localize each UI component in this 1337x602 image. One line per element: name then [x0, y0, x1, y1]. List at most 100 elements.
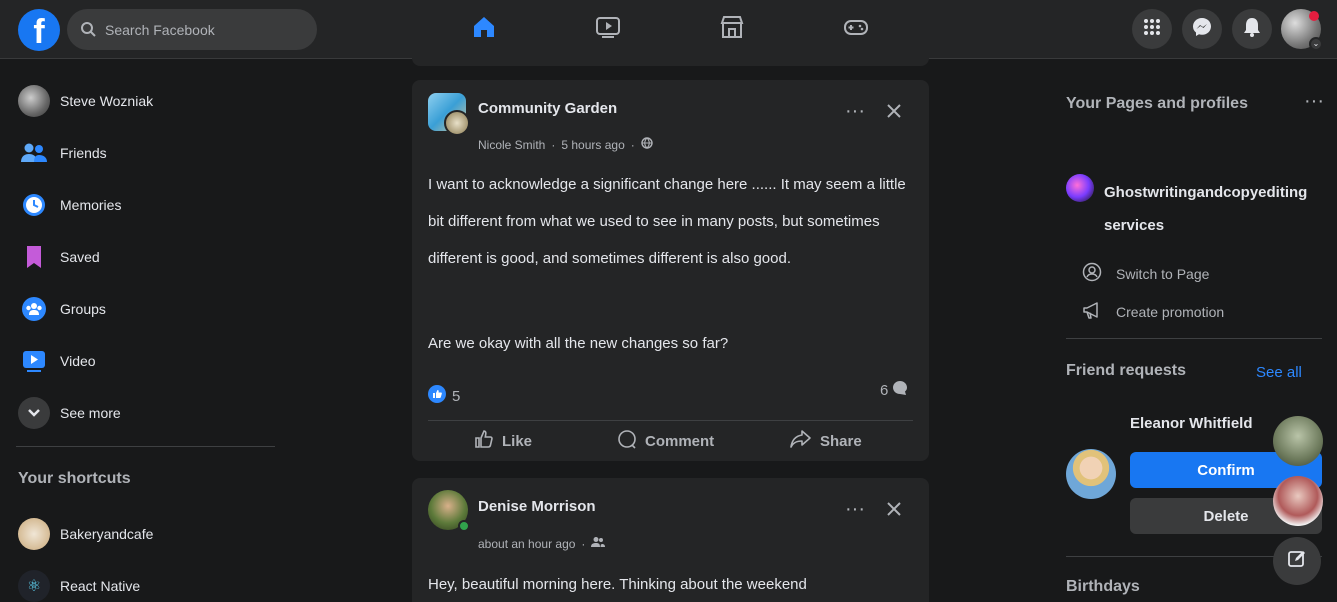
sidebar-item-profile[interactable]: Steve Wozniak [8, 79, 278, 123]
notifications-button[interactable] [1232, 9, 1272, 49]
chevron-down-icon[interactable]: ⌄ [1309, 37, 1323, 51]
reaction-summary[interactable]: 5 [428, 385, 460, 407]
like-count: 5 [452, 387, 461, 405]
thumbs-up-icon [474, 429, 494, 453]
more-options-icon[interactable]: ··· [837, 491, 873, 527]
close-icon[interactable] [876, 491, 912, 527]
sidebar-item-label: Groups [60, 301, 106, 317]
comment-count: 6 [880, 381, 889, 399]
sidebar-item-friends[interactable]: Friends [8, 131, 278, 175]
bell-icon [1242, 16, 1262, 43]
post-meta: Nicole Smith · 5 hours ago · [478, 137, 653, 152]
new-message-button[interactable] [1273, 537, 1321, 585]
tab-home[interactable] [422, 0, 546, 59]
sidebar-item-label: See more [60, 405, 121, 421]
switch-page-link[interactable]: Switch to Page [1082, 262, 1209, 285]
sidebar-item-saved[interactable]: Saved [8, 235, 278, 279]
close-icon[interactable] [876, 93, 912, 129]
post-body: Hey, beautiful morning here. Thinking ab… [428, 576, 807, 593]
see-all-link[interactable]: See all [1256, 364, 1302, 381]
sidebar-item-label: Memories [60, 197, 122, 213]
groups-icon [18, 293, 50, 325]
divider [1066, 338, 1322, 339]
messenger-button[interactable] [1182, 9, 1222, 49]
post-question: Are we okay with all the new changes so … [428, 335, 729, 352]
tab-watch[interactable] [546, 0, 670, 58]
post-author[interactable]: Community Garden [478, 100, 617, 117]
post-meta: about an hour ago · [478, 536, 606, 551]
more-options-icon[interactable]: ··· [837, 93, 873, 129]
sidebar-item-label: Saved [60, 249, 100, 265]
search-box[interactable] [67, 9, 317, 50]
comment-icon [617, 429, 637, 453]
top-bar: f Search Facebook ⌄ [0, 0, 1337, 59]
friends-audience-icon [591, 536, 606, 551]
like-button[interactable]: Like [474, 429, 532, 453]
shortcuts-heading: Your shortcuts [18, 470, 131, 487]
sidebar-item-label: Steve Wozniak [60, 93, 154, 109]
gaming-icon [842, 13, 870, 46]
clock-icon [18, 189, 50, 221]
video-icon [18, 345, 50, 377]
post-card: Community Garden Nicole Smith · 5 hours … [412, 80, 929, 461]
menu-button[interactable] [1132, 9, 1172, 49]
friends-icon [18, 137, 50, 169]
post-body: I want to acknowledge a significant chan… [428, 176, 906, 267]
share-label: Share [820, 432, 862, 450]
chat-head-avatar[interactable] [1273, 476, 1323, 526]
shortcut-item[interactable]: Bakeryandcafe [8, 512, 278, 556]
menu-grid-icon [1142, 17, 1162, 42]
sidebar-item-groups[interactable]: Groups [8, 287, 278, 331]
sidebar-item-see-more[interactable]: See more [8, 391, 278, 435]
shortcut-item[interactable]: ⚛ React Native [8, 564, 278, 602]
tab-gaming[interactable] [794, 0, 918, 58]
post-time[interactable]: about an hour ago [478, 537, 575, 551]
friend-requests-label: Friend requests [1066, 362, 1187, 379]
post-author[interactable]: Denise Morrison [478, 498, 596, 515]
divider [16, 446, 275, 447]
megaphone-icon [1082, 300, 1102, 323]
shortcut-label: React Native [60, 578, 141, 594]
chat-head-avatar[interactable] [1273, 416, 1323, 466]
create-promotion-link[interactable]: Create promotion [1082, 300, 1224, 323]
post-card: Denise Morrison about an hour ago · ··· … [412, 478, 929, 602]
comment-label: Comment [645, 432, 715, 450]
sidebar-item-memories[interactable]: Memories [8, 183, 278, 227]
previous-post-edge [412, 56, 929, 66]
sidebar-item-label: Video [60, 353, 96, 369]
avatar [18, 85, 50, 117]
share-button[interactable]: Share [790, 429, 862, 453]
compose-icon [1287, 549, 1307, 574]
search-icon [80, 21, 96, 42]
marketplace-icon [718, 13, 746, 46]
like-reaction-icon [428, 385, 446, 407]
shortcut-avatar [18, 518, 50, 550]
chevron-down-icon [18, 397, 50, 429]
requester-avatar[interactable] [1066, 449, 1116, 499]
shortcut-label: Bakeryandcafe [60, 526, 154, 542]
page-avatar[interactable] [1066, 174, 1094, 202]
globe-icon [641, 137, 653, 152]
switch-profile-icon [1082, 262, 1102, 285]
online-indicator [458, 520, 470, 532]
friend-requests-heading: Friend requests [1066, 362, 1186, 380]
post-time[interactable]: 5 hours ago [561, 138, 624, 152]
tab-marketplace[interactable] [670, 0, 794, 58]
search-input[interactable] [105, 9, 305, 50]
post-subauthor[interactable]: Nicole Smith [478, 138, 545, 152]
author-avatar[interactable] [444, 110, 470, 136]
more-options-icon[interactable]: ··· [1296, 83, 1332, 119]
requester-name[interactable]: Eleanor Whitfield [1130, 415, 1270, 432]
sidebar-item-video[interactable]: Video [8, 339, 278, 383]
sidebar-item-label: Friends [60, 145, 107, 161]
comment-summary[interactable]: 6 [880, 380, 908, 400]
comment-button[interactable]: Comment [617, 429, 714, 453]
facebook-logo[interactable]: f [18, 9, 60, 51]
notification-dot [1309, 11, 1319, 21]
messenger-icon [1191, 16, 1213, 43]
page-name[interactable]: Ghostwritingandcopyediting services [1104, 176, 1319, 242]
switch-page-label: Switch to Page [1116, 265, 1210, 282]
birthdays-heading: Birthdays [1066, 578, 1140, 595]
like-label: Like [502, 432, 533, 450]
watch-icon [594, 13, 622, 46]
